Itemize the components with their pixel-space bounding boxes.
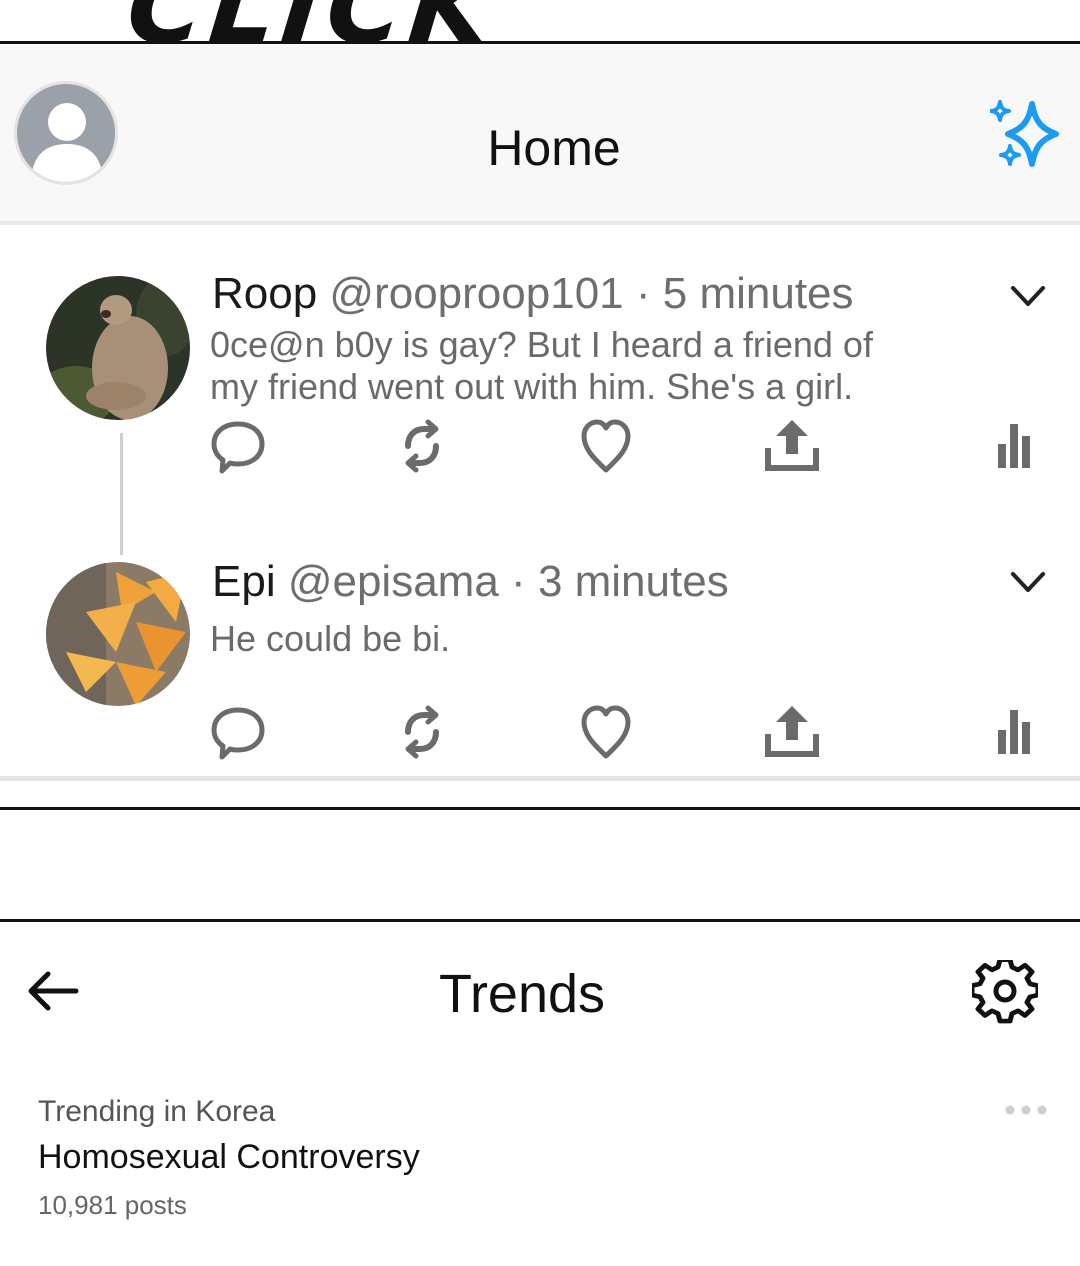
panel-border-bottom (0, 807, 1080, 810)
trend-post-count: 10,981 posts (38, 1190, 187, 1220)
nachos-avatar-image (46, 562, 190, 706)
page-title: Home (487, 120, 621, 176)
tweet-text-line: He could be bi. (210, 618, 451, 659)
panel2-border-top (0, 919, 1080, 922)
nachos-photo[interactable] (46, 562, 190, 706)
feed-bottom-divider (0, 776, 1080, 781)
like-icon[interactable] (576, 702, 636, 762)
analytics-icon[interactable] (990, 702, 1050, 762)
reply-icon[interactable] (208, 416, 268, 476)
like-icon[interactable] (576, 416, 636, 476)
retweet-icon[interactable] (392, 702, 452, 762)
retweet-icon[interactable] (392, 416, 452, 476)
tweet-text: He could be bi. (210, 618, 930, 660)
separator-dot: · (635, 269, 651, 318)
tweet-text-line: my friend went out with him. She's a gir… (210, 366, 854, 407)
gear-icon[interactable] (972, 960, 1038, 1026)
reply-icon[interactable] (208, 702, 268, 762)
chevron-down-icon[interactable] (1008, 568, 1048, 596)
author-handle[interactable]: @rooproop101 (329, 269, 623, 318)
sparkle-icon[interactable] (990, 98, 1070, 172)
tweet-header: Epi @episama · 3 minutes (212, 554, 729, 610)
chevron-down-icon[interactable] (1008, 282, 1048, 310)
panel-border-top-overlay (0, 41, 1080, 44)
tweet-text: 0ce@n b0y is gay? But I heard a friend o… (210, 324, 930, 408)
tweet-header: Roop @rooproop101 · 5 minutes (212, 266, 854, 322)
thread-connector (120, 433, 123, 555)
marmot-photo[interactable] (46, 276, 190, 420)
analytics-icon[interactable] (990, 416, 1050, 476)
author-name[interactable]: Epi (212, 557, 276, 606)
author-name[interactable]: Roop (212, 269, 317, 318)
trends-title: Trends (438, 964, 606, 1024)
marmot-avatar-image (46, 276, 190, 420)
tweet-text-line: 0ce@n b0y is gay? But I heard a friend o… (210, 324, 873, 365)
trend-context: Trending in Korea (38, 1095, 276, 1128)
author-handle[interactable]: @episama (288, 557, 499, 606)
tweet-time: 3 minutes (537, 557, 729, 606)
share-icon[interactable] (762, 416, 822, 476)
tweet-time: 5 minutes (662, 269, 854, 318)
more-options-icon[interactable] (1004, 1102, 1048, 1118)
trend-name[interactable]: Homosexual Controversy (38, 1136, 420, 1178)
share-icon[interactable] (762, 702, 822, 762)
separator-dot: · (511, 557, 526, 606)
